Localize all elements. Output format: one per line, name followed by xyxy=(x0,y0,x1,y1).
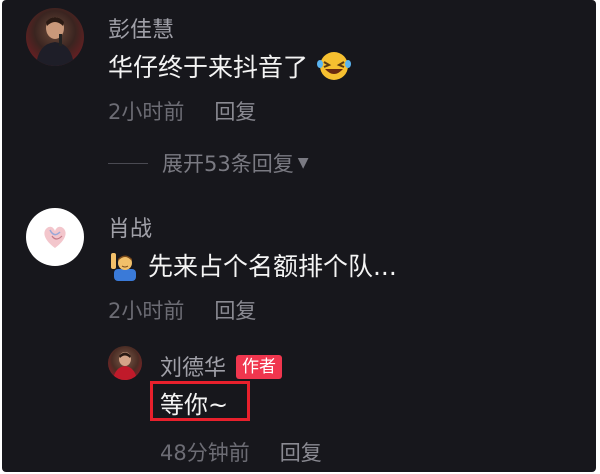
avatar[interactable] xyxy=(108,346,142,380)
highlight-box xyxy=(150,381,250,421)
avatar[interactable] xyxy=(26,8,84,66)
expand-replies-button[interactable]: 展开53条回复 ▼ xyxy=(108,148,309,178)
man-raising-hand-icon xyxy=(108,249,140,287)
comment-text-content: 先来占个名额排个队... xyxy=(147,252,397,281)
comment-meta: 2小时前 回复 xyxy=(108,96,256,126)
comment-meta: 2小时前 回复 xyxy=(108,295,256,325)
comment-text-content: 华仔终于来抖音了 xyxy=(108,53,309,82)
reply-button[interactable]: 回复 xyxy=(214,299,256,323)
comment-time: 2小时前 xyxy=(108,100,185,124)
comment-username[interactable]: 彭佳慧 xyxy=(108,12,174,44)
author-photo-icon xyxy=(113,352,137,380)
author-badge: 作者 xyxy=(236,355,283,379)
comment-username[interactable]: 肖战 xyxy=(108,211,152,243)
heart-illustration-icon xyxy=(44,226,66,248)
reply-meta: 48分钟前 回复 xyxy=(160,437,322,467)
expand-replies-label: 展开53条回复 xyxy=(162,152,294,176)
laughing-face-icon xyxy=(316,50,352,88)
divider-line xyxy=(108,162,148,164)
reply-button[interactable]: 回复 xyxy=(280,441,322,465)
comment-text: 华仔终于来抖音了 xyxy=(108,48,352,88)
avatar[interactable] xyxy=(26,208,84,266)
reply-time: 48分钟前 xyxy=(160,441,250,465)
reply-button[interactable]: 回复 xyxy=(214,100,256,124)
comment-panel: 彭佳慧 华仔终于来抖音了 2小时前 回复 展开53条回复 ▼ 肖战 先来占个名额… xyxy=(2,0,596,472)
comment-text: 先来占个名额排个队... xyxy=(108,247,397,287)
reply-header: 刘德华 作者 xyxy=(160,350,283,382)
triangle-down-icon: ▼ xyxy=(297,155,309,171)
reply-username[interactable]: 刘德华 xyxy=(160,356,226,381)
singer-photo-icon xyxy=(36,17,74,66)
comment-time: 2小时前 xyxy=(108,299,185,323)
